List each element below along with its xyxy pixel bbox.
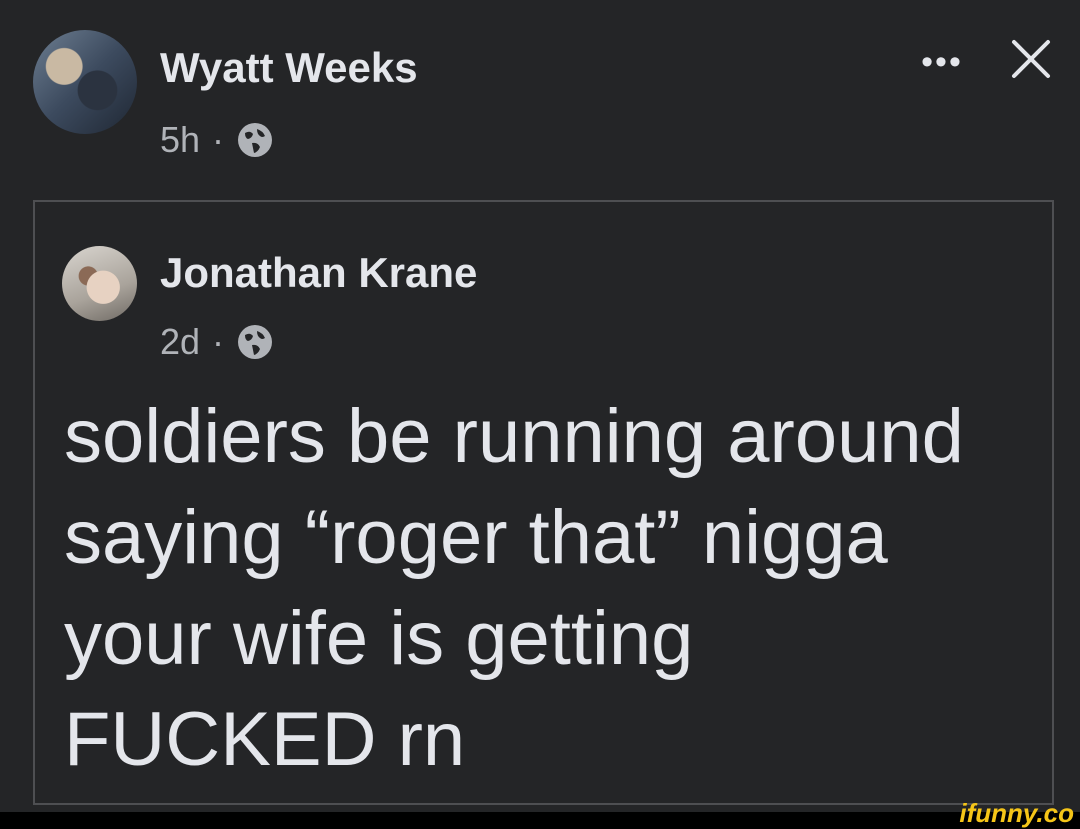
author-avatar[interactable] xyxy=(33,30,137,134)
shared-author-avatar[interactable] xyxy=(62,246,137,321)
post-time[interactable]: 5h xyxy=(160,119,200,161)
shared-author-name[interactable]: Jonathan Krane xyxy=(160,249,477,297)
close-icon[interactable] xyxy=(1004,32,1058,86)
shared-post-meta: 2d · xyxy=(160,321,274,363)
globe-icon xyxy=(236,121,274,159)
meta-separator: · xyxy=(212,119,225,160)
post-meta: 5h · xyxy=(160,119,274,161)
author-name[interactable]: Wyatt Weeks xyxy=(160,44,418,92)
more-options-button[interactable]: ••• xyxy=(912,42,972,82)
shared-post-text: soldiers be running around saying “roger… xyxy=(64,394,964,782)
bottom-strip xyxy=(0,812,1080,829)
globe-icon xyxy=(236,323,274,361)
shared-post-time[interactable]: 2d xyxy=(160,321,200,363)
watermark: ifunny.co xyxy=(959,798,1074,828)
meta-separator: · xyxy=(212,321,225,362)
